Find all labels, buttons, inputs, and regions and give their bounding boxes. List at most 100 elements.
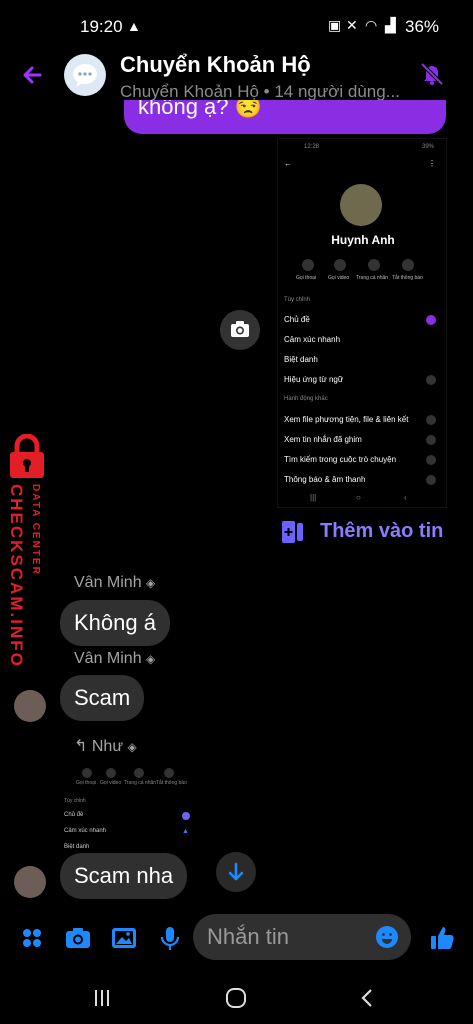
video-icon (106, 768, 116, 778)
pin-icon (426, 435, 436, 445)
profile-name: Huynh Anh (331, 233, 395, 247)
contact-avatar[interactable] (14, 690, 46, 722)
message-field[interactable] (193, 914, 411, 960)
action-label: Trang cá nhân (356, 275, 389, 281)
like-icon: ▲ (182, 828, 189, 835)
sender-name: Vân Minh ◈ (74, 650, 156, 667)
message-input[interactable] (207, 914, 367, 960)
settings-item: Biệt danh (64, 844, 90, 850)
shared-screenshot-image[interactable]: 12:28 39% ← ⋮ Huynh Anh Gọi thoại Gọi vi… (277, 138, 447, 508)
nav-home-icon: ○ (356, 493, 361, 502)
bell-off-icon[interactable] (418, 60, 446, 88)
settings-item: Thông báo & âm thanh (284, 475, 366, 484)
apps-grid-icon[interactable] (18, 924, 46, 952)
incoming-message-bubble[interactable]: Scam nha (60, 853, 188, 899)
section-header: Hành động khác (284, 396, 328, 402)
camera-share-button[interactable] (220, 310, 260, 350)
back-arrow-icon[interactable] (18, 60, 48, 90)
chat-bubble-icon (73, 64, 97, 87)
status-bar: 19:20 ▲ ▣ ✕ ◠ ▟ 36% (0, 0, 473, 52)
back-arrow-icon: ← (284, 159, 292, 168)
emoji-icon[interactable] (375, 925, 399, 949)
settings-item: Tìm kiếm trong cuộc trò chuyện (284, 455, 397, 464)
search-icon (426, 455, 436, 465)
add-to-story-button[interactable]: Thêm vào tin (320, 520, 443, 543)
diamond-icon: ◈ (146, 576, 156, 590)
recent-apps-icon[interactable] (88, 984, 116, 1012)
reply-icon: ↰ (74, 738, 88, 755)
contact-avatar[interactable] (14, 866, 46, 898)
phone-icon (302, 259, 314, 271)
nav-back-icon: ‹ (404, 493, 407, 502)
shared-screenshot-image[interactable]: Gọi thoại Gọi video Trang cá nhân Tắt th… (60, 764, 194, 854)
diamond-icon: ◈ (146, 652, 156, 666)
group-avatar[interactable] (64, 54, 106, 96)
media-icon (426, 415, 436, 425)
message-text: không ạ? 😒 (138, 100, 263, 119)
status-time: 19:20 (80, 17, 123, 36)
message-composer (0, 912, 473, 964)
more-icon: ⋮ (428, 159, 436, 168)
settings-item: Chủ đề (284, 315, 310, 324)
outgoing-message-bubble[interactable]: không ạ? 😒 (124, 100, 446, 134)
section-header: Tùy chỉnh (284, 297, 311, 303)
incoming-message-bubble[interactable]: Scam (60, 675, 145, 721)
signal-icon: ▟ (385, 17, 396, 33)
chat-subtitle[interactable]: Chuyển Khoản Hộ • 14 người dùng... (120, 82, 400, 102)
battery-level: 36% (405, 17, 440, 36)
action-label: Gọi video (328, 275, 350, 281)
camera-icon[interactable] (64, 924, 92, 952)
back-icon[interactable] (354, 984, 382, 1012)
watermark-subtitle: DATA CENTER (30, 484, 41, 576)
nav-recent-icon: ||| (310, 493, 317, 502)
reply-indicator: ↰ Như ◈ (74, 738, 137, 755)
action-label: Trang cá nhân (124, 780, 157, 786)
screenshot-battery: 39% (422, 144, 435, 150)
microphone-icon[interactable] (156, 924, 184, 952)
camera-icon (231, 321, 249, 337)
wifi-icon: ◠ (365, 17, 378, 33)
action-label: Tắt thông báo (392, 275, 423, 281)
phone-icon (82, 768, 92, 778)
chat-title[interactable]: Chuyển Khoản Hộ (120, 52, 311, 78)
lock-icon (10, 434, 44, 478)
wand-icon (426, 375, 436, 385)
sender-name: Vân Minh ◈ (74, 574, 156, 591)
screenshot-time: 12:28 (304, 144, 320, 150)
arrow-down-icon (228, 862, 244, 881)
theme-icon (182, 812, 190, 820)
action-label: Gọi video (100, 780, 122, 786)
settings-item: Biệt danh (284, 355, 318, 364)
settings-item: Chủ đề (64, 812, 84, 818)
system-nav-bar (0, 972, 473, 1024)
section-header: Tùy chỉnh (64, 798, 86, 804)
settings-item: Xem file phương tiện, file & liên kết (284, 415, 409, 424)
like-icon (426, 335, 436, 345)
theme-icon (426, 315, 436, 325)
watermark-title: CHECKSCAM.INFO (7, 484, 26, 668)
video-icon (334, 259, 346, 271)
settings-item: Hiệu ứng từ ngữ (284, 375, 344, 384)
diamond-icon: ◈ (127, 740, 137, 754)
profile-icon (368, 259, 380, 271)
bell-icon (426, 475, 436, 485)
profile-icon (134, 768, 144, 778)
incoming-message-bubble[interactable]: Không á (60, 600, 170, 646)
action-label: Gọi thoại (76, 780, 97, 786)
battery-saver-icon: ▣ (328, 17, 342, 33)
add-story-icon[interactable] (280, 519, 306, 545)
settings-item: Cảm xúc nhanh (64, 828, 107, 834)
mute-icon: ✕ (346, 17, 358, 33)
settings-item: Xem tin nhắn đã ghim (284, 435, 362, 444)
action-label: Gọi thoại (296, 275, 317, 281)
bell-icon (402, 259, 414, 271)
thumbs-up-icon[interactable] (428, 924, 456, 952)
settings-item: Cảm xúc nhanh (284, 335, 341, 344)
warning-icon: ▲ (127, 18, 141, 34)
home-icon[interactable] (222, 984, 250, 1012)
gallery-icon[interactable] (110, 924, 138, 952)
chat-header: Chuyển Khoản Hộ Chuyển Khoản Hộ • 14 ngư… (0, 52, 473, 102)
bell-icon (164, 768, 174, 778)
action-label: Tắt thông báo (156, 780, 187, 786)
scroll-to-bottom-button[interactable] (216, 852, 256, 892)
